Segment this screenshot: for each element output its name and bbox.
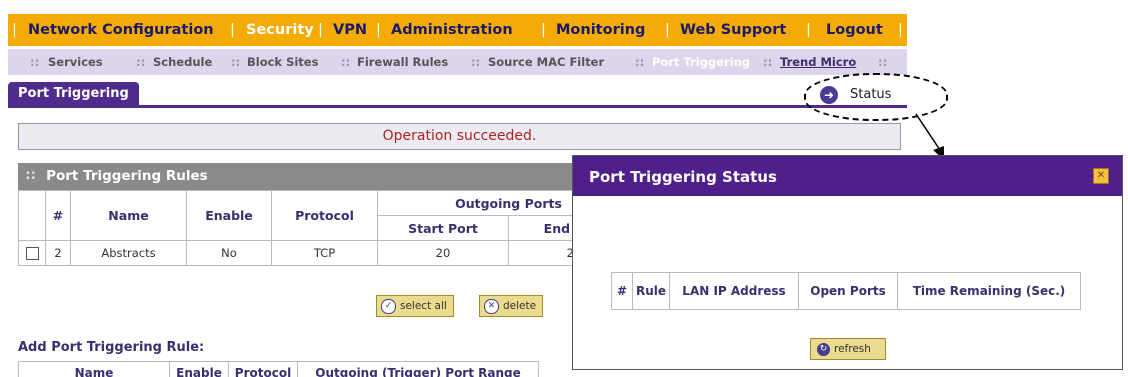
popup-header-open-ports: Open Ports xyxy=(798,272,898,310)
popup-header-rule: Rule xyxy=(632,272,670,310)
refresh-label: refresh xyxy=(834,343,871,355)
popup-header-lan-ip: LAN IP Address xyxy=(669,272,799,310)
close-icon[interactable]: ✕ xyxy=(1093,168,1109,184)
refresh-button[interactable]: ↻ refresh xyxy=(810,338,886,360)
popup-title-bar: Port Triggering Status ✕ xyxy=(573,156,1122,196)
popup-header-num: # xyxy=(611,272,633,310)
popup-header-time-remaining: Time Remaining (Sec.) xyxy=(897,272,1081,310)
popup-status-table: # Rule LAN IP Address Open Ports Time Re… xyxy=(611,272,1081,310)
status-popup: Port Triggering Status ✕ # Rule LAN IP A… xyxy=(572,155,1123,370)
refresh-icon: ↻ xyxy=(817,342,830,356)
popup-title: Port Triggering Status xyxy=(589,168,777,186)
